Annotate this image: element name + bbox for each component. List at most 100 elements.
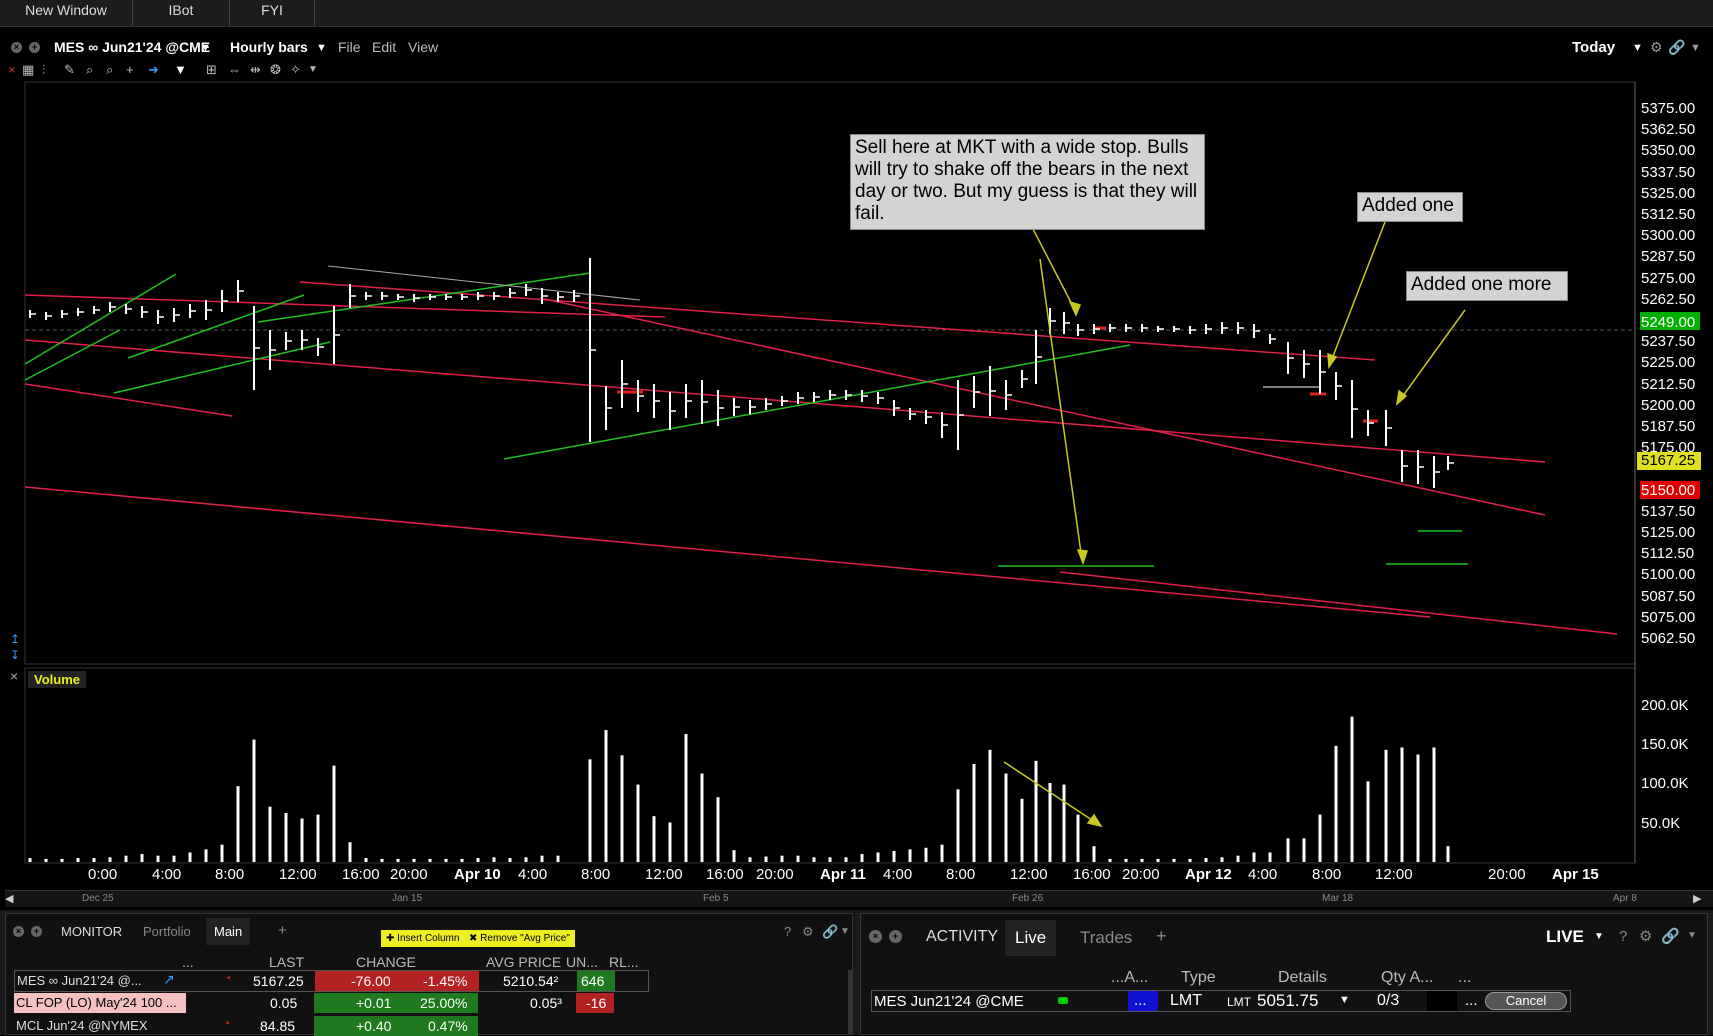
tab-portfolio[interactable]: Portfolio <box>143 924 191 939</box>
volume-bar <box>1252 852 1256 862</box>
volume-bar <box>844 857 848 862</box>
insert-column-button[interactable]: ✚ Insert Column <box>381 930 465 947</box>
col-header-details[interactable]: Details <box>1278 969 1327 987</box>
volume-bar <box>332 765 336 862</box>
volume-frame <box>24 667 1636 864</box>
volume-bars <box>28 716 1450 862</box>
time-tick: 12:00 <box>279 866 317 883</box>
close-icon[interactable]: × <box>13 926 24 937</box>
table-row[interactable]: MCL Jun'24 @NYMEX ▪ 84.85 +0.40 0.47% <box>14 1016 649 1036</box>
order-symbol: MES Jun21'24 @CME <box>874 993 1024 1010</box>
order-price[interactable]: 5051.75 <box>1257 991 1318 1011</box>
col-header-unrealized[interactable]: UN... <box>566 954 598 970</box>
status-dot: ▪ <box>227 973 231 984</box>
volume-bar <box>188 852 192 862</box>
col-header-change[interactable]: CHANGE <box>356 954 416 970</box>
tab-trades[interactable]: Trades <box>1080 928 1132 948</box>
red-trendlines <box>24 281 1618 635</box>
price-tick: 5167.25 <box>1641 452 1696 470</box>
col-header-last[interactable]: LAST <box>269 954 304 970</box>
volume-bar <box>1048 783 1052 862</box>
add-tab-icon[interactable]: + <box>1156 926 1167 947</box>
row-avg-price: 0.05³ <box>530 995 562 1011</box>
col-header-avg-price[interactable]: AVG PRICE <box>486 954 561 970</box>
help-icon[interactable]: ? <box>784 924 791 939</box>
time-tick: 8:00 <box>1312 866 1342 883</box>
row-last: 0.05 <box>270 995 298 1011</box>
col-header-qty[interactable]: Qty A... <box>1381 969 1433 987</box>
close-pane-icon[interactable]: × <box>10 668 18 684</box>
time-tick: Apr 10 <box>454 866 501 883</box>
volume-bar <box>668 822 672 862</box>
order-row[interactable]: MES Jun21'24 @CME ... LMT LMT 5051.75 ▼ … <box>871 990 1571 1012</box>
overview-scroller[interactable]: ◀ ▶ <box>5 890 1713 907</box>
scroll-left-icon[interactable]: ◀ <box>5 892 13 905</box>
added-one-more-annotation: Added one more <box>1406 271 1568 301</box>
tab-activity[interactable]: ACTIVITY <box>926 928 998 946</box>
price-tick: 5300.00 <box>1641 227 1696 245</box>
order-details-type: LMT <box>1227 995 1251 1009</box>
chart-link-icon[interactable]: ↗ <box>163 971 175 988</box>
col-header-realized[interactable]: RL... <box>609 954 639 970</box>
time-tick: 8:00 <box>215 866 245 883</box>
tab-main[interactable]: Main <box>206 918 251 945</box>
pane-down-icon[interactable]: ↧ <box>10 648 20 662</box>
volume-bar <box>892 850 896 862</box>
volume-bar <box>1400 747 1404 862</box>
volume-bar <box>492 857 496 862</box>
expand-icon[interactable]: + <box>889 930 902 943</box>
table-row[interactable]: MES ∞ Jun21'24 @... ↗ ▪ 5167.25 -76.00 -… <box>14 970 649 992</box>
fill-markers <box>617 326 1378 423</box>
time-tick: 20:00 <box>1488 866 1526 883</box>
link-icon[interactable]: 🔗 <box>1661 927 1680 945</box>
add-tab-icon[interactable]: + <box>278 922 287 939</box>
overview-tick: Apr 8 <box>1613 893 1637 904</box>
scroll-right-icon[interactable]: ▶ <box>1693 892 1701 905</box>
monitor-scrollbar[interactable] <box>848 970 852 1034</box>
status-icon <box>1058 997 1068 1004</box>
volume-bar <box>44 858 48 862</box>
volume-bar <box>1286 838 1290 862</box>
volume-bar <box>876 852 880 862</box>
remove-column-button[interactable]: ✖ Remove "Avg Price" <box>464 930 575 947</box>
gear-icon[interactable]: ⚙ <box>1639 927 1652 945</box>
qty-cell <box>1427 991 1457 1011</box>
col-header[interactable]: ... <box>182 954 194 970</box>
volume-bar <box>556 855 560 862</box>
cancel-button[interactable]: Cancel <box>1485 992 1567 1010</box>
table-row[interactable]: CL FOP (LO) May'24 100 ... 0.05 +0.01 25… <box>14 993 649 1015</box>
chevron-down-icon[interactable]: ▼ <box>1687 930 1697 941</box>
price-tick: 5337.50 <box>1641 163 1696 181</box>
time-tick: 16:00 <box>1073 866 1111 883</box>
volume-bar <box>284 813 288 862</box>
expand-icon[interactable]: + <box>31 926 42 937</box>
gear-icon[interactable]: ⚙ <box>802 924 814 940</box>
price-tick: 5237.50 <box>1641 333 1696 351</box>
overview-tick: Jan 15 <box>392 893 423 904</box>
pane-up-icon[interactable]: ↥ <box>10 632 20 646</box>
price-bars <box>29 258 1454 488</box>
volume-bar <box>300 818 304 862</box>
volume-bar <box>972 764 976 862</box>
price-tick: 5262.50 <box>1641 290 1696 308</box>
help-icon[interactable]: ? <box>1619 928 1627 945</box>
col-header-more[interactable]: ... <box>1458 969 1471 987</box>
time-tick: 4:00 <box>518 866 548 883</box>
tab-monitor[interactable]: MONITOR <box>61 924 122 939</box>
order-more[interactable]: ... <box>1465 992 1478 1009</box>
col-header-type[interactable]: Type <box>1181 969 1216 987</box>
row-unrealized: 646 <box>581 973 605 989</box>
chevron-down-icon[interactable]: ▼ <box>840 926 850 937</box>
volume-bar <box>252 739 256 862</box>
close-icon[interactable]: × <box>869 930 882 943</box>
chevron-down-icon[interactable]: ▼ <box>1594 931 1604 942</box>
chevron-down-icon[interactable]: ▼ <box>1339 994 1350 1006</box>
time-tick: Apr 15 <box>1552 866 1599 883</box>
live-mode-selector[interactable]: LIVE <box>1546 927 1584 947</box>
time-tick: 4:00 <box>1248 866 1278 883</box>
volume-bar <box>156 855 160 862</box>
link-icon[interactable]: 🔗 <box>822 924 838 940</box>
volume-bar <box>92 858 96 862</box>
col-header-action[interactable]: ...A... <box>1111 969 1148 987</box>
tab-live[interactable]: Live <box>1005 920 1057 956</box>
